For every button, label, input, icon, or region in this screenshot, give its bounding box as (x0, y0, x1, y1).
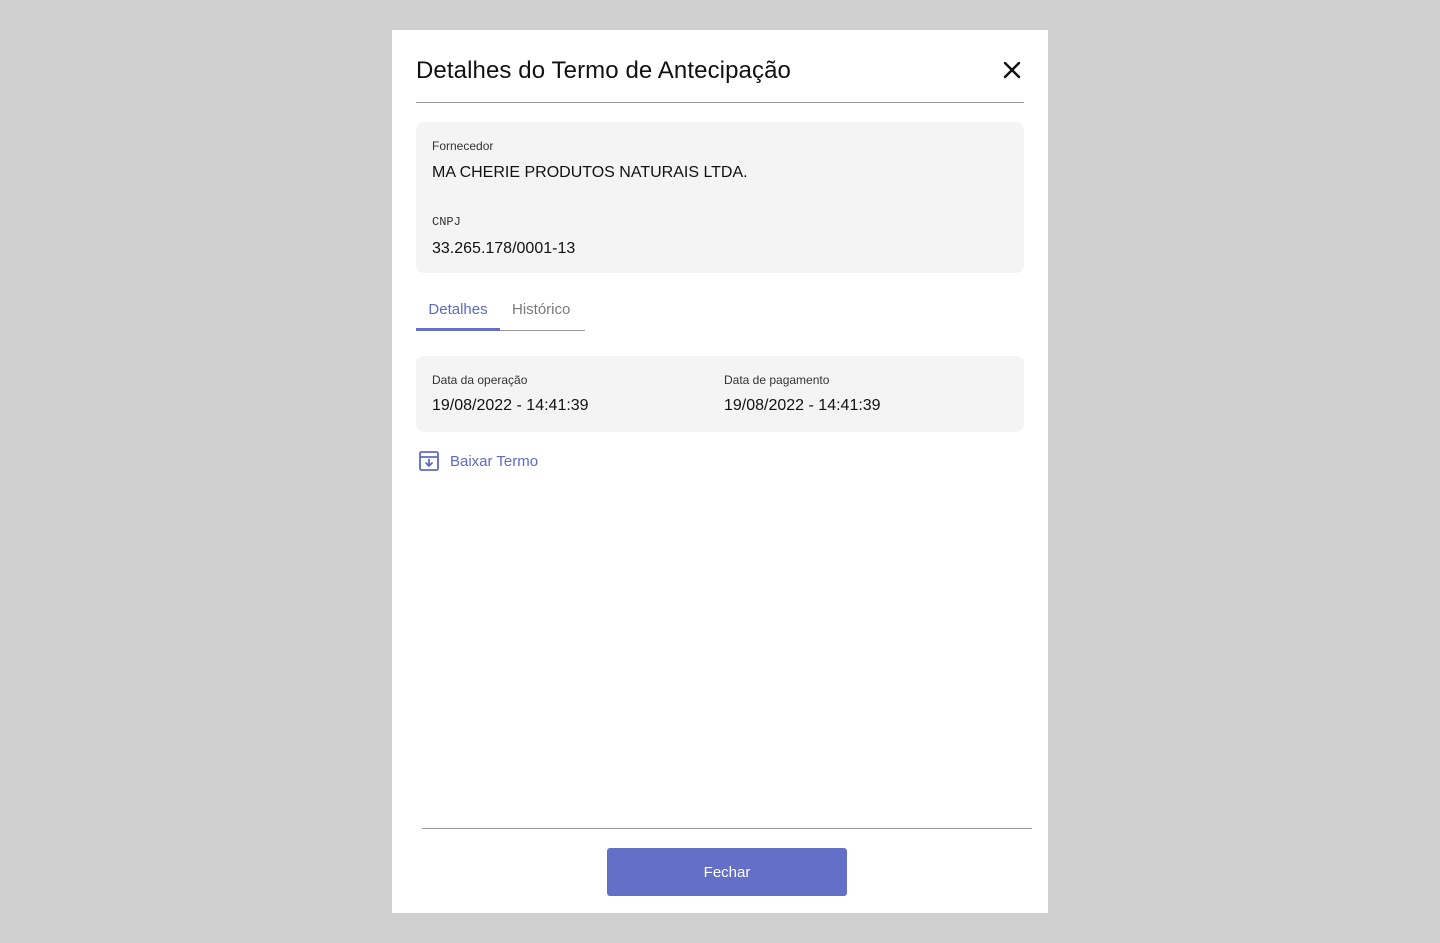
dates-card: Data da operação 19/08/2022 - 14:41:39 D… (416, 356, 1024, 432)
close-modal-button[interactable]: Fechar (607, 848, 847, 896)
cnpj-label: CNPJ (432, 215, 461, 229)
supplier-name: MA CHERIE PRODUTOS NATURAIS LTDA. (432, 164, 748, 181)
tab-historico[interactable]: Histórico (512, 300, 570, 329)
supplier-label: Fornecedor (432, 139, 494, 153)
tab-detalhes[interactable]: Detalhes (416, 300, 500, 331)
cnpj-value: 33.265.178/0001-13 (432, 240, 576, 257)
close-button[interactable] (1000, 58, 1024, 82)
operation-date-label: Data da operação (432, 373, 528, 387)
modal-header: Detalhes do Termo de Antecipação (416, 30, 1024, 103)
payment-date-value: 19/08/2022 - 14:41:39 (724, 397, 881, 414)
term-details-modal: Detalhes do Termo de Antecipação Fornece… (392, 30, 1048, 913)
operation-date-value: 19/08/2022 - 14:41:39 (432, 397, 589, 414)
download-box-icon (419, 451, 439, 471)
supplier-card: Fornecedor MA CHERIE PRODUTOS NATURAIS L… (416, 122, 1024, 273)
tab-bar: Detalhes Histórico (416, 300, 585, 331)
payment-date-label: Data de pagamento (724, 373, 830, 387)
download-term-label: Baixar Termo (450, 452, 539, 470)
footer-divider (422, 828, 1032, 829)
close-icon (1003, 61, 1021, 79)
download-term-link[interactable]: Baixar Termo (418, 449, 538, 473)
modal-title: Detalhes do Termo de Antecipação (416, 57, 792, 84)
